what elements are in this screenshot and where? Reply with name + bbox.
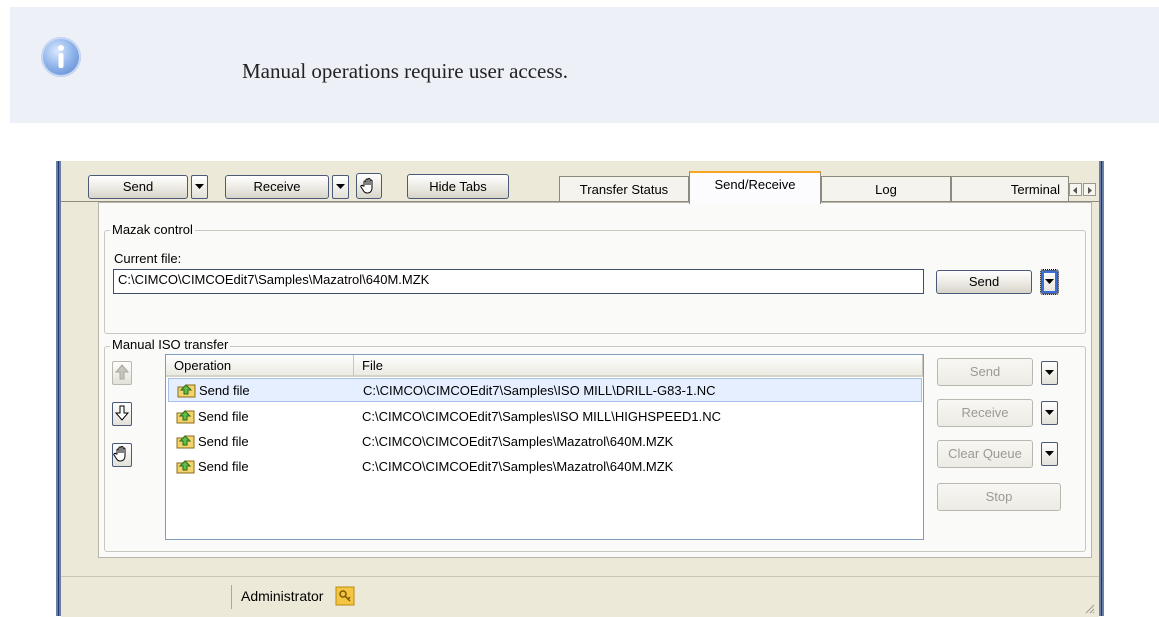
list-item[interactable]: Send file C:\CIMCO\CIMCOEdit7\Samples\Ma… (168, 430, 922, 454)
chevron-left-icon (1073, 187, 1077, 194)
mazak-send-dropdown-button[interactable] (1040, 269, 1059, 295)
folder-send-icon (176, 410, 195, 424)
tab-transfer-status[interactable]: Transfer Status (559, 176, 689, 202)
iso-send-button[interactable]: Send (937, 358, 1033, 386)
iso-send-dropdown-button[interactable] (1041, 361, 1058, 385)
folder-send-icon (176, 435, 195, 449)
tab-scroll-right-button[interactable] (1083, 183, 1096, 196)
chevron-down-icon (1045, 410, 1054, 415)
transfer-queue-list[interactable]: Operation File Send file C:\CIMCO\CIMCOE… (165, 354, 924, 540)
status-user: Administrator (241, 588, 324, 604)
key-icon (335, 586, 355, 606)
stop-button[interactable]: Stop (937, 483, 1061, 511)
mazak-control-legend: Mazak control (110, 222, 195, 237)
operation-cell: Send file (198, 434, 249, 449)
move-down-button[interactable] (112, 402, 132, 426)
file-cell: C:\CIMCO\CIMCOEdit7\Samples\ISO MILL\HIG… (362, 409, 722, 424)
list-item[interactable]: Send file C:\CIMCO\CIMCOEdit7\Samples\IS… (168, 378, 922, 402)
receive-dropdown-button[interactable] (332, 175, 349, 199)
iso-receive-button[interactable]: Receive (937, 399, 1033, 427)
chevron-down-icon (336, 184, 345, 189)
manual-iso-legend: Manual ISO transfer (110, 337, 231, 352)
file-cell: C:\CIMCO\CIMCOEdit7\Samples\Mazatrol\640… (362, 459, 674, 474)
list-item[interactable]: Send file C:\CIMCO\CIMCOEdit7\Samples\Ma… (168, 455, 922, 479)
hand-icon (113, 446, 126, 462)
file-cell: C:\CIMCO\CIMCOEdit7\Samples\Mazatrol\640… (362, 434, 674, 449)
arrow-up-icon (114, 364, 130, 380)
operation-cell: Send file (199, 383, 250, 398)
clear-queue-button[interactable]: Clear Queue (937, 440, 1033, 468)
column-header-file[interactable]: File (354, 355, 923, 377)
arrow-down-icon (114, 405, 130, 421)
info-note: Manual operations require user access. (10, 7, 1159, 123)
mazak-send-button[interactable]: Send (936, 270, 1032, 294)
folder-send-icon (177, 384, 196, 398)
clear-queue-dropdown-button[interactable] (1041, 442, 1058, 466)
chevron-down-icon (1045, 451, 1054, 456)
chevron-right-icon (1088, 187, 1092, 194)
send-dropdown-button[interactable] (191, 175, 208, 199)
folder-send-icon (176, 460, 195, 474)
hold-button[interactable] (112, 443, 132, 467)
tab-scroll-arrows (1069, 183, 1097, 197)
tab-terminal[interactable]: Terminal (951, 176, 1069, 202)
iso-receive-dropdown-button[interactable] (1041, 401, 1058, 425)
tab-send-receive[interactable]: Send/Receive (689, 171, 821, 204)
stop-hand-button[interactable] (356, 173, 382, 199)
receive-button[interactable]: Receive (225, 175, 329, 199)
send-button[interactable]: Send (88, 175, 188, 199)
note-text: Manual operations require user access. (242, 59, 568, 83)
move-up-button[interactable] (112, 361, 132, 385)
current-file-label: Current file: (114, 251, 182, 266)
chevron-down-icon (195, 184, 204, 189)
current-file-field[interactable]: C:\CIMCO\CIMCOEdit7\Samples\Mazatrol\640… (113, 269, 924, 294)
chevron-down-icon (1045, 370, 1054, 375)
list-item[interactable]: Send file C:\CIMCO\CIMCOEdit7\Samples\IS… (168, 405, 922, 429)
operation-cell: Send file (198, 409, 249, 424)
tab-log[interactable]: Log (821, 176, 951, 202)
tab-scroll-left-button[interactable] (1069, 183, 1082, 196)
file-cell: C:\CIMCO\CIMCOEdit7\Samples\ISO MILL\DRI… (363, 383, 716, 398)
chevron-down-icon (1045, 279, 1054, 284)
status-bar: Administrator (61, 576, 1099, 617)
resize-grip-icon[interactable] (1083, 602, 1095, 614)
app-window: Send Receive Hide Tabs Transfer Status S… (56, 161, 1104, 617)
column-header-operation[interactable]: Operation (166, 355, 354, 377)
hide-tabs-button[interactable]: Hide Tabs (407, 174, 509, 199)
hand-icon (360, 178, 373, 194)
info-icon (41, 37, 81, 77)
status-divider (231, 585, 232, 609)
operation-cell: Send file (198, 459, 249, 474)
